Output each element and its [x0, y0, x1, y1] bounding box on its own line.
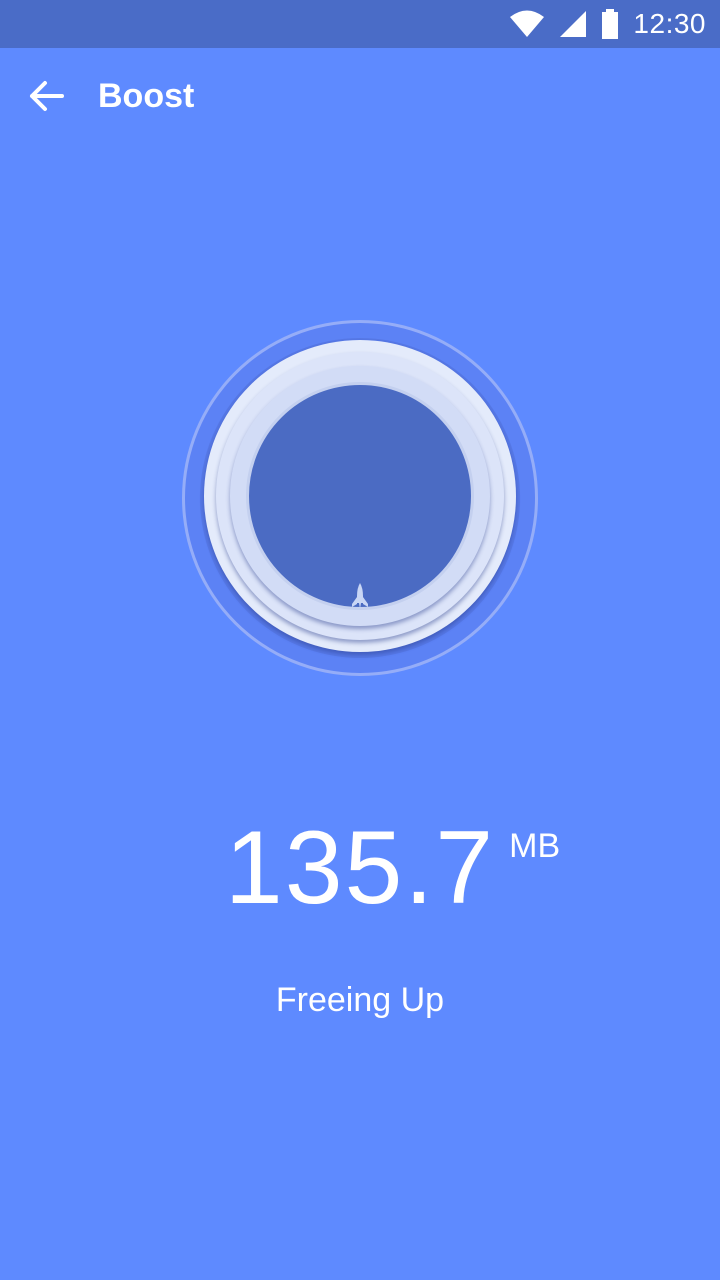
- amount-unit: MB: [509, 827, 561, 865]
- status-icons: 12:30: [509, 0, 706, 48]
- circle-core: [246, 382, 474, 610]
- boost-circle[interactable]: [180, 318, 540, 678]
- app-bar: Boost: [0, 48, 720, 144]
- cell-signal-icon: [559, 10, 587, 38]
- arrow-back-icon: [28, 80, 64, 117]
- wifi-icon: [509, 10, 545, 38]
- battery-icon: [601, 9, 619, 39]
- page-title: Boost: [98, 77, 195, 115]
- amount-value: 135.7: [224, 810, 496, 926]
- freed-amount: 135.7 MB: [0, 808, 720, 928]
- status-label: Freeing Up: [275, 981, 445, 1019]
- status-bar: 12:30: [0, 0, 720, 48]
- amount-wrap: 135.7 MB: [224, 808, 560, 928]
- rocket-icon: [348, 582, 372, 610]
- status-time: 12:30: [633, 8, 706, 39]
- back-button[interactable]: [20, 72, 72, 124]
